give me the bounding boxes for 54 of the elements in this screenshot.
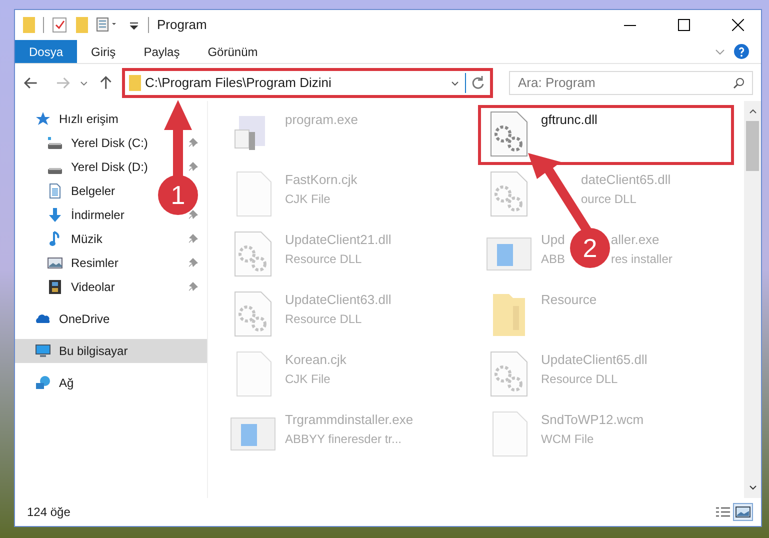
sidebar-item[interactable]: Müzik <box>47 227 106 251</box>
star-icon <box>35 111 51 127</box>
sidebar-item[interactable]: Yerel Disk (D:) <box>47 155 152 179</box>
file-name[interactable]: gftrunc.dll <box>541 110 598 130</box>
image-icon <box>735 506 751 518</box>
ribbon-tab[interactable]: Giriş <box>77 40 130 63</box>
download-icon <box>47 207 63 223</box>
sidebar-item[interactable]: İndirmeler <box>47 203 128 227</box>
help-icon[interactable] <box>734 44 749 59</box>
search-field[interactable]: Ara: Program <box>509 70 753 94</box>
computer-icon <box>35 343 51 359</box>
file-type: Resource DLL <box>285 250 362 268</box>
network-icon <box>35 375 51 391</box>
file-type: ABB <box>541 250 566 268</box>
ribbon-tab[interactable]: Paylaş <box>130 40 194 63</box>
maximize-icon <box>678 19 690 31</box>
sidebar-item[interactable]: Yerel Disk (C:) <box>47 131 152 155</box>
checklist-icon[interactable] <box>52 17 68 33</box>
scroll-thumb[interactable] <box>746 121 759 171</box>
file-type: CJK File <box>285 370 330 388</box>
sidebar-item[interactable]: Bu bilgisayar <box>15 339 207 363</box>
ribbon-tab[interactable]: Görünüm <box>194 40 272 63</box>
sidebar-item[interactable]: Videolar <box>47 275 119 299</box>
back-arrow-icon[interactable] <box>23 74 39 90</box>
file-type: ource DLL <box>581 190 636 208</box>
sidebar-item[interactable]: Hızlı erişim <box>35 107 122 131</box>
minimize-icon <box>624 24 636 26</box>
item-count: 124 öğe <box>27 504 72 521</box>
address-bar[interactable]: C:\Program Files\Program Dizini <box>122 68 493 98</box>
search-icon <box>733 76 745 88</box>
scrollbar[interactable] <box>744 101 761 498</box>
document-icon <box>47 183 63 199</box>
ribbon-tab[interactable]: Dosya <box>15 40 78 63</box>
window-title: Program <box>157 16 207 34</box>
sidebar-item[interactable]: Resimler <box>47 251 122 275</box>
details-icon <box>715 506 731 518</box>
file-type: CJK File <box>285 190 330 208</box>
large-icons-view-button[interactable] <box>733 503 753 521</box>
up-arrow-icon[interactable] <box>98 74 114 90</box>
file-type: Resource DLL <box>285 310 362 328</box>
film-icon <box>47 279 63 295</box>
folder-icon <box>129 74 141 90</box>
refresh-icon[interactable] <box>470 74 486 90</box>
file-type: ABBYY fineresder tr... <box>285 430 402 448</box>
drive-icon <box>47 135 63 151</box>
sidebar-item[interactable]: OneDrive <box>35 307 114 331</box>
file-type: Resource DLL <box>541 370 618 388</box>
close-icon <box>732 19 744 31</box>
drive-icon <box>47 168 63 175</box>
sidebar-item[interactable]: Ağ <box>35 371 78 395</box>
sidebar-item[interactable]: Belgeler <box>47 179 120 203</box>
file-type: WCM File <box>541 430 594 448</box>
pictures-icon <box>47 255 63 271</box>
file-type: res installer <box>611 250 672 268</box>
